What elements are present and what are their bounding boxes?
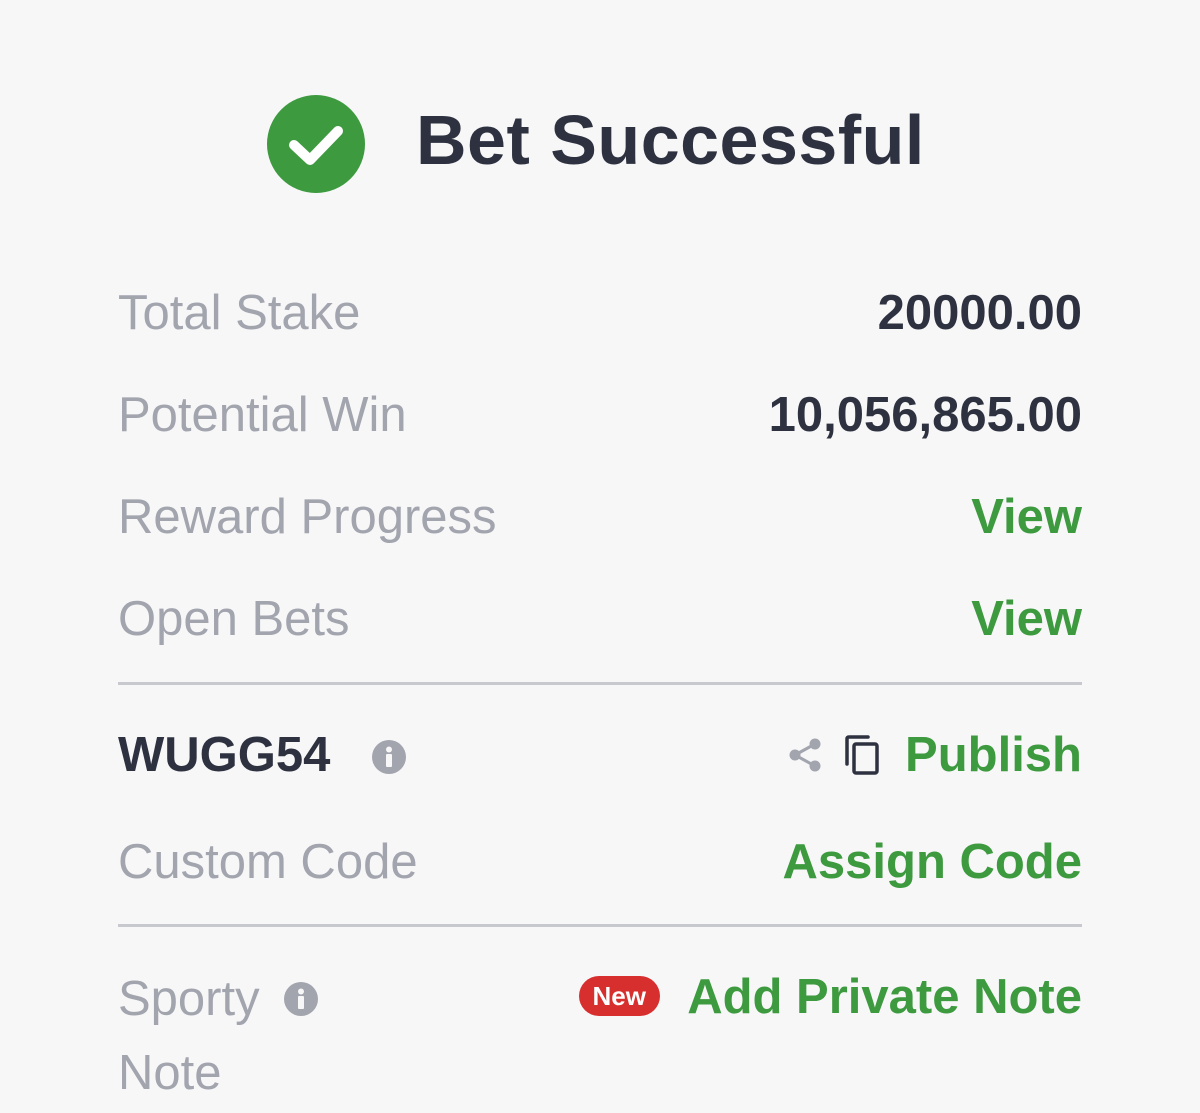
sporty-note-label-line1: Sporty — [118, 972, 260, 1026]
potential-win-value: 10,056,865.00 — [768, 388, 1082, 442]
info-icon[interactable] — [284, 982, 318, 1016]
total-stake-value: 20000.00 — [877, 286, 1082, 340]
booking-code-row: WUGG54 Publish — [118, 720, 1082, 790]
reward-progress-view-link[interactable]: View — [971, 482, 1082, 552]
info-icon[interactable] — [372, 740, 406, 774]
potential-win-label: Potential Win — [118, 388, 407, 442]
total-stake-row: Total Stake 20000.00 — [118, 278, 1082, 348]
reward-progress-row: Reward Progress View — [118, 482, 1082, 552]
custom-code-label: Custom Code — [118, 835, 418, 889]
open-bets-label: Open Bets — [118, 592, 350, 646]
total-stake-label: Total Stake — [118, 286, 361, 340]
custom-code-row: Custom Code Assign Code — [118, 827, 1082, 897]
open-bets-row: Open Bets View — [118, 584, 1082, 654]
page-title: Bet Successful — [416, 101, 925, 179]
divider — [118, 924, 1082, 927]
sporty-note-row: Sporty Note New Add Private Note — [118, 962, 1082, 1112]
open-bets-view-link[interactable]: View — [971, 584, 1082, 654]
add-private-note-button[interactable]: Add Private Note — [687, 962, 1082, 1032]
assign-code-button[interactable]: Assign Code — [783, 827, 1082, 897]
bet-success-screen: Bet Successful Total Stake 20000.00 Pote… — [0, 0, 1200, 1113]
new-badge: New — [578, 976, 660, 1016]
divider — [118, 682, 1082, 685]
reward-progress-label: Reward Progress — [118, 490, 497, 544]
sporty-note-label: Sporty Note — [118, 962, 358, 1110]
booking-code: WUGG54 — [118, 728, 331, 782]
share-icon[interactable] — [786, 736, 824, 774]
publish-button[interactable]: Publish — [905, 720, 1082, 790]
copy-icon[interactable] — [842, 734, 882, 776]
success-header: Bet Successful — [0, 95, 1200, 195]
potential-win-row: Potential Win 10,056,865.00 — [118, 380, 1082, 450]
sporty-note-label-line2: Note — [118, 1046, 222, 1100]
check-circle-icon — [267, 95, 365, 193]
